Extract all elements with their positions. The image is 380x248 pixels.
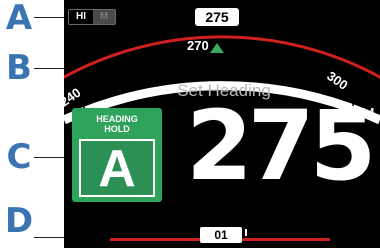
callout-d-leader bbox=[34, 237, 64, 238]
rudder-position-tick bbox=[245, 229, 247, 236]
callout-a-leader bbox=[34, 17, 64, 18]
set-heading-value: 275 bbox=[186, 90, 376, 202]
callout-b-leader bbox=[34, 68, 64, 69]
mode-hi-label: HI bbox=[69, 10, 93, 24]
compass-label-270: 270 bbox=[187, 38, 209, 53]
autopilot-mode-letter: A bbox=[79, 139, 155, 197]
callout-c-leader bbox=[34, 157, 64, 158]
current-heading-readout: 275 bbox=[195, 8, 239, 26]
callout-a: A bbox=[5, 0, 33, 38]
heading-hold-panel[interactable]: HEADING HOLD A bbox=[72, 108, 162, 202]
steering-response-indicator[interactable]: HI M bbox=[68, 9, 116, 25]
callout-b: B bbox=[6, 48, 32, 88]
mode-m-label: M bbox=[93, 10, 115, 24]
autopilot-screen: 270 300 240 HI M 275 Set Heading HEADING… bbox=[64, 0, 380, 248]
compass-label-240: 240 bbox=[64, 85, 83, 110]
heading-hold-title-line2: HOLD bbox=[104, 124, 130, 134]
callout-d: D bbox=[4, 201, 34, 241]
heading-hold-title-line1: HEADING bbox=[96, 114, 138, 124]
heading-unit: °M bbox=[355, 106, 375, 123]
rudder-readout: 01 bbox=[200, 227, 242, 243]
callout-c: C bbox=[6, 137, 32, 177]
current-heading-pointer bbox=[210, 43, 224, 53]
